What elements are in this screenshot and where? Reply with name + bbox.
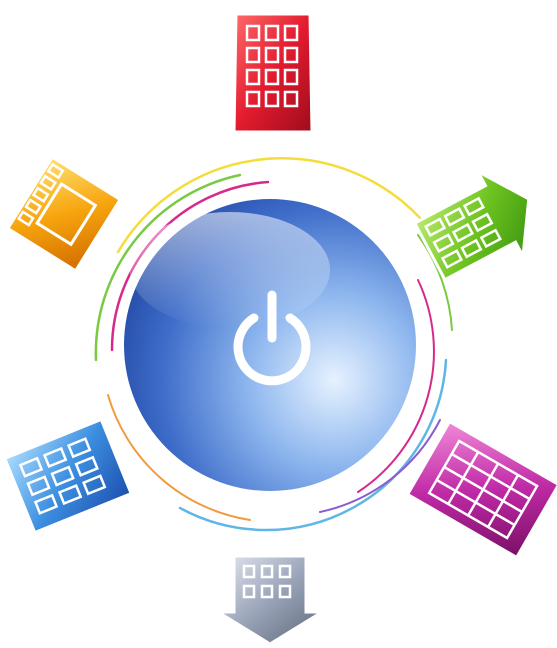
bottom-right-tile (405, 419, 557, 560)
top-tile (232, 12, 314, 134)
bottom-left-tile (2, 417, 134, 535)
bottom-tile (212, 554, 328, 646)
top-left-tile (5, 155, 123, 273)
orb-gloss (130, 212, 330, 328)
top-right-tile (412, 167, 531, 282)
power-button[interactable] (118, 193, 422, 497)
power-hub-illustration (0, 0, 557, 648)
illustration-canvas (2, 12, 557, 646)
